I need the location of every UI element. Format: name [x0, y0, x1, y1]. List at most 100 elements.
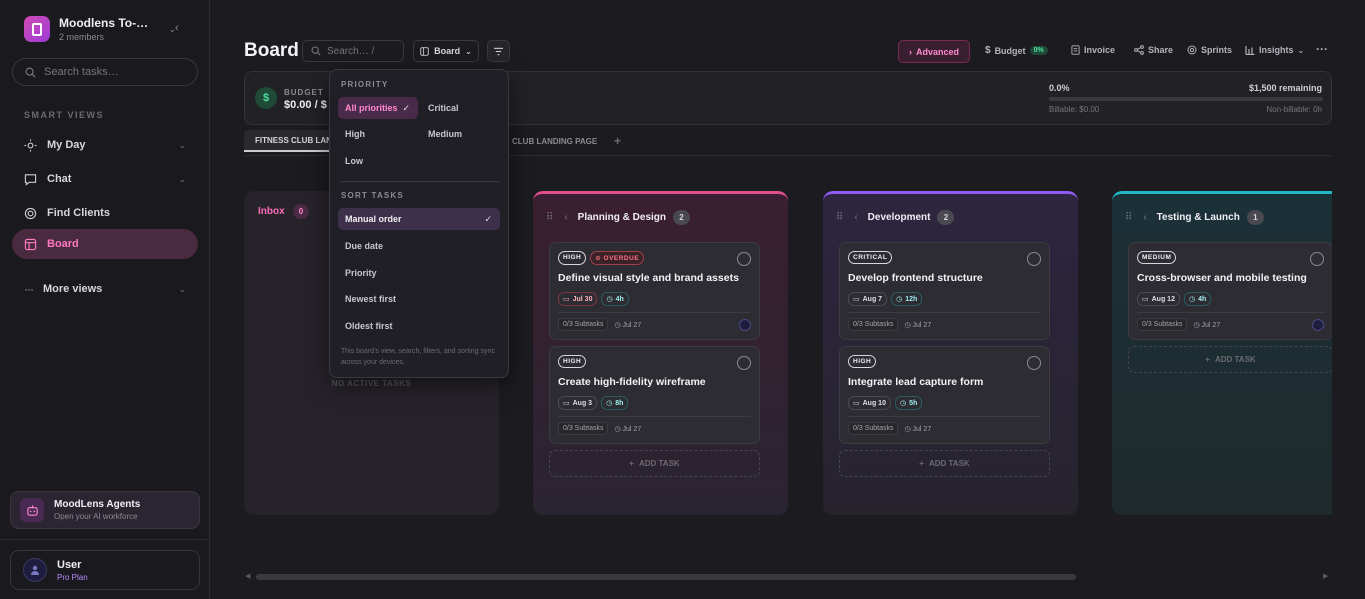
subtasks-count: 0/3 Subtasks [848, 422, 899, 435]
board-search-input[interactable] [327, 45, 402, 57]
scroll-right-icon[interactable]: ▶ [1323, 572, 1328, 580]
sidebar-search[interactable] [12, 58, 198, 86]
task-card[interactable]: HIGH ⊙ OVERDUE Define visual style and b… [549, 242, 760, 340]
complete-checkbox[interactable] [1027, 252, 1041, 266]
sidebar-search-input[interactable] [44, 66, 184, 78]
invoice-label: Invoice [1084, 45, 1116, 55]
search-icon [311, 46, 321, 56]
scroll-left-icon[interactable]: ◀ [245, 572, 250, 580]
clock-icon: ◷ [1188, 296, 1196, 303]
column-count: 2 [937, 209, 955, 225]
advanced-label: Advanced [915, 46, 959, 57]
invoice-button[interactable]: Invoice [1071, 45, 1115, 55]
sort-option-priority[interactable]: Priority [338, 262, 500, 284]
chevron-left-icon[interactable]: ‹ [854, 212, 857, 223]
tab-club-landing[interactable]: CLUB LANDING PAGE [512, 130, 597, 152]
sidebar-item-label: Chat [47, 173, 72, 185]
board-icon [420, 46, 429, 56]
complete-checkbox[interactable] [737, 252, 751, 266]
board-search[interactable] [302, 40, 404, 62]
budget-progress-bar [1049, 97, 1323, 101]
sprints-icon [1187, 45, 1197, 55]
search-icon [25, 67, 36, 78]
priority-option-all[interactable]: All priorities ✓ [338, 97, 418, 119]
insights-button[interactable]: Insights ⌄ [1245, 45, 1304, 55]
dollar-icon: $ [255, 87, 277, 109]
chevron-left-icon[interactable]: ‹ [1143, 212, 1146, 223]
priority-option-low[interactable]: Low [338, 150, 418, 172]
complete-checkbox[interactable] [737, 356, 751, 370]
estimate-chip: ◷ 8h [601, 396, 629, 410]
sidebar-item-find-clients[interactable]: Find Clients [12, 198, 198, 228]
more-options-icon[interactable]: ··· [1316, 42, 1328, 56]
drag-handle-icon[interactable]: ⠿ [546, 212, 553, 223]
horizontal-scrollbar[interactable] [256, 574, 1076, 580]
task-card[interactable]: HIGH Create high-fidelity wireframe ▭ Aug… [549, 346, 760, 444]
sidebar-item-board[interactable]: Board [12, 229, 198, 259]
workspace-switcher[interactable]: Moodlens To-… 2 members ⌄ [24, 16, 194, 42]
sidebar-item-chat[interactable]: Chat ⌄ [12, 164, 198, 194]
budget-percent-badge: 0% [1029, 46, 1048, 55]
column-development: ⠿ ‹ Development 2 CRITICAL Develop front… [823, 191, 1078, 515]
estimate-chip: ◷ 4h [601, 292, 629, 306]
calendar-icon: ▭ [853, 296, 860, 303]
subtasks-count: 0/3 Subtasks [848, 318, 899, 331]
due-date-chip: ▭ Aug 3 [558, 396, 598, 410]
created-date: ◷ Jul 27 [614, 321, 642, 329]
drag-handle-icon[interactable]: ⠿ [1125, 212, 1132, 223]
tab-fitness-club[interactable]: FITNESS CLUB LANDING PAGE [244, 130, 334, 152]
sidebar-item-more-views[interactable]: ··· More views ⌄ [12, 274, 198, 304]
sidebar-item-my-day[interactable]: My Day ⌄ [12, 130, 198, 160]
add-task-button[interactable]: + ADD TASK [1128, 346, 1332, 373]
complete-checkbox[interactable] [1027, 356, 1041, 370]
empty-state: NO ACTIVE TASKS [331, 379, 412, 388]
task-title: Create high-fidelity wireframe [558, 376, 706, 388]
chevron-down-icon: ⌄ [178, 139, 186, 150]
chevron-left-icon[interactable]: ‹ [564, 212, 567, 223]
avatar [23, 558, 47, 582]
share-label: Share [1148, 45, 1174, 55]
sort-option-due-date[interactable]: Due date [338, 235, 500, 257]
view-switcher-button[interactable]: Board ⌄ [413, 40, 479, 62]
add-task-button[interactable]: + ADD TASK [839, 450, 1050, 477]
sprints-button[interactable]: Sprints [1187, 45, 1232, 55]
priority-badge: HIGH [558, 251, 587, 265]
priority-option-medium[interactable]: Medium [421, 123, 491, 145]
priority-option-high[interactable]: High [338, 123, 418, 145]
column-title: Inbox [258, 206, 285, 217]
sync-note: This board's view, search, filters, and … [341, 348, 495, 366]
sort-option-manual[interactable]: Manual order ✓ [338, 208, 500, 230]
sort-option-oldest[interactable]: Oldest first [338, 315, 500, 337]
created-date: ◷ Jul 27 [904, 425, 932, 433]
add-tab-icon[interactable]: + [614, 130, 621, 152]
task-card[interactable]: CRITICAL Develop frontend structure ▭ Aug… [839, 242, 1050, 340]
column-count: 2 [673, 209, 691, 225]
task-card[interactable]: HIGH Integrate lead capture form ▭ Aug 10… [839, 346, 1050, 444]
board-icon [24, 238, 37, 250]
task-title: Develop frontend structure [848, 272, 983, 284]
user-profile[interactable]: User Pro Plan [10, 550, 200, 590]
complete-checkbox[interactable] [1310, 252, 1324, 266]
share-button[interactable]: Share [1134, 45, 1173, 55]
clock-icon: ◷ [899, 400, 907, 407]
filter-button[interactable] [487, 40, 510, 62]
drag-handle-icon[interactable]: ⠿ [836, 212, 843, 223]
filter-sort-dropdown: PRIORITY All priorities ✓ Critical High M… [329, 69, 509, 378]
priority-option-critical[interactable]: Critical [421, 97, 491, 119]
budget-button[interactable]: $ Budget 0% [985, 45, 1048, 56]
invoice-icon [1071, 45, 1080, 55]
sidebar-item-label: Board [47, 238, 79, 250]
due-date-chip: ▭ Aug 10 [848, 396, 891, 410]
advanced-button[interactable]: › Advanced [898, 40, 970, 63]
calendar-icon: ▭ [563, 296, 570, 303]
agents-card[interactable]: MoodLens Agents Open your AI workforce [10, 491, 200, 529]
collapse-sidebar-icon[interactable]: ‹ [175, 22, 179, 34]
budget-button-label: Budget [994, 45, 1026, 56]
sort-option-newest[interactable]: Newest first [338, 288, 500, 310]
due-date-chip: ▭ Aug 7 [848, 292, 888, 306]
sidebar-item-label: More views [43, 283, 103, 295]
bar-chart-icon [1245, 46, 1255, 55]
add-task-button[interactable]: + ADD TASK [549, 450, 760, 477]
clock-icon: ◷ [606, 296, 613, 303]
task-card[interactable]: MEDIUM Cross-browser and mobile testing … [1128, 242, 1332, 340]
